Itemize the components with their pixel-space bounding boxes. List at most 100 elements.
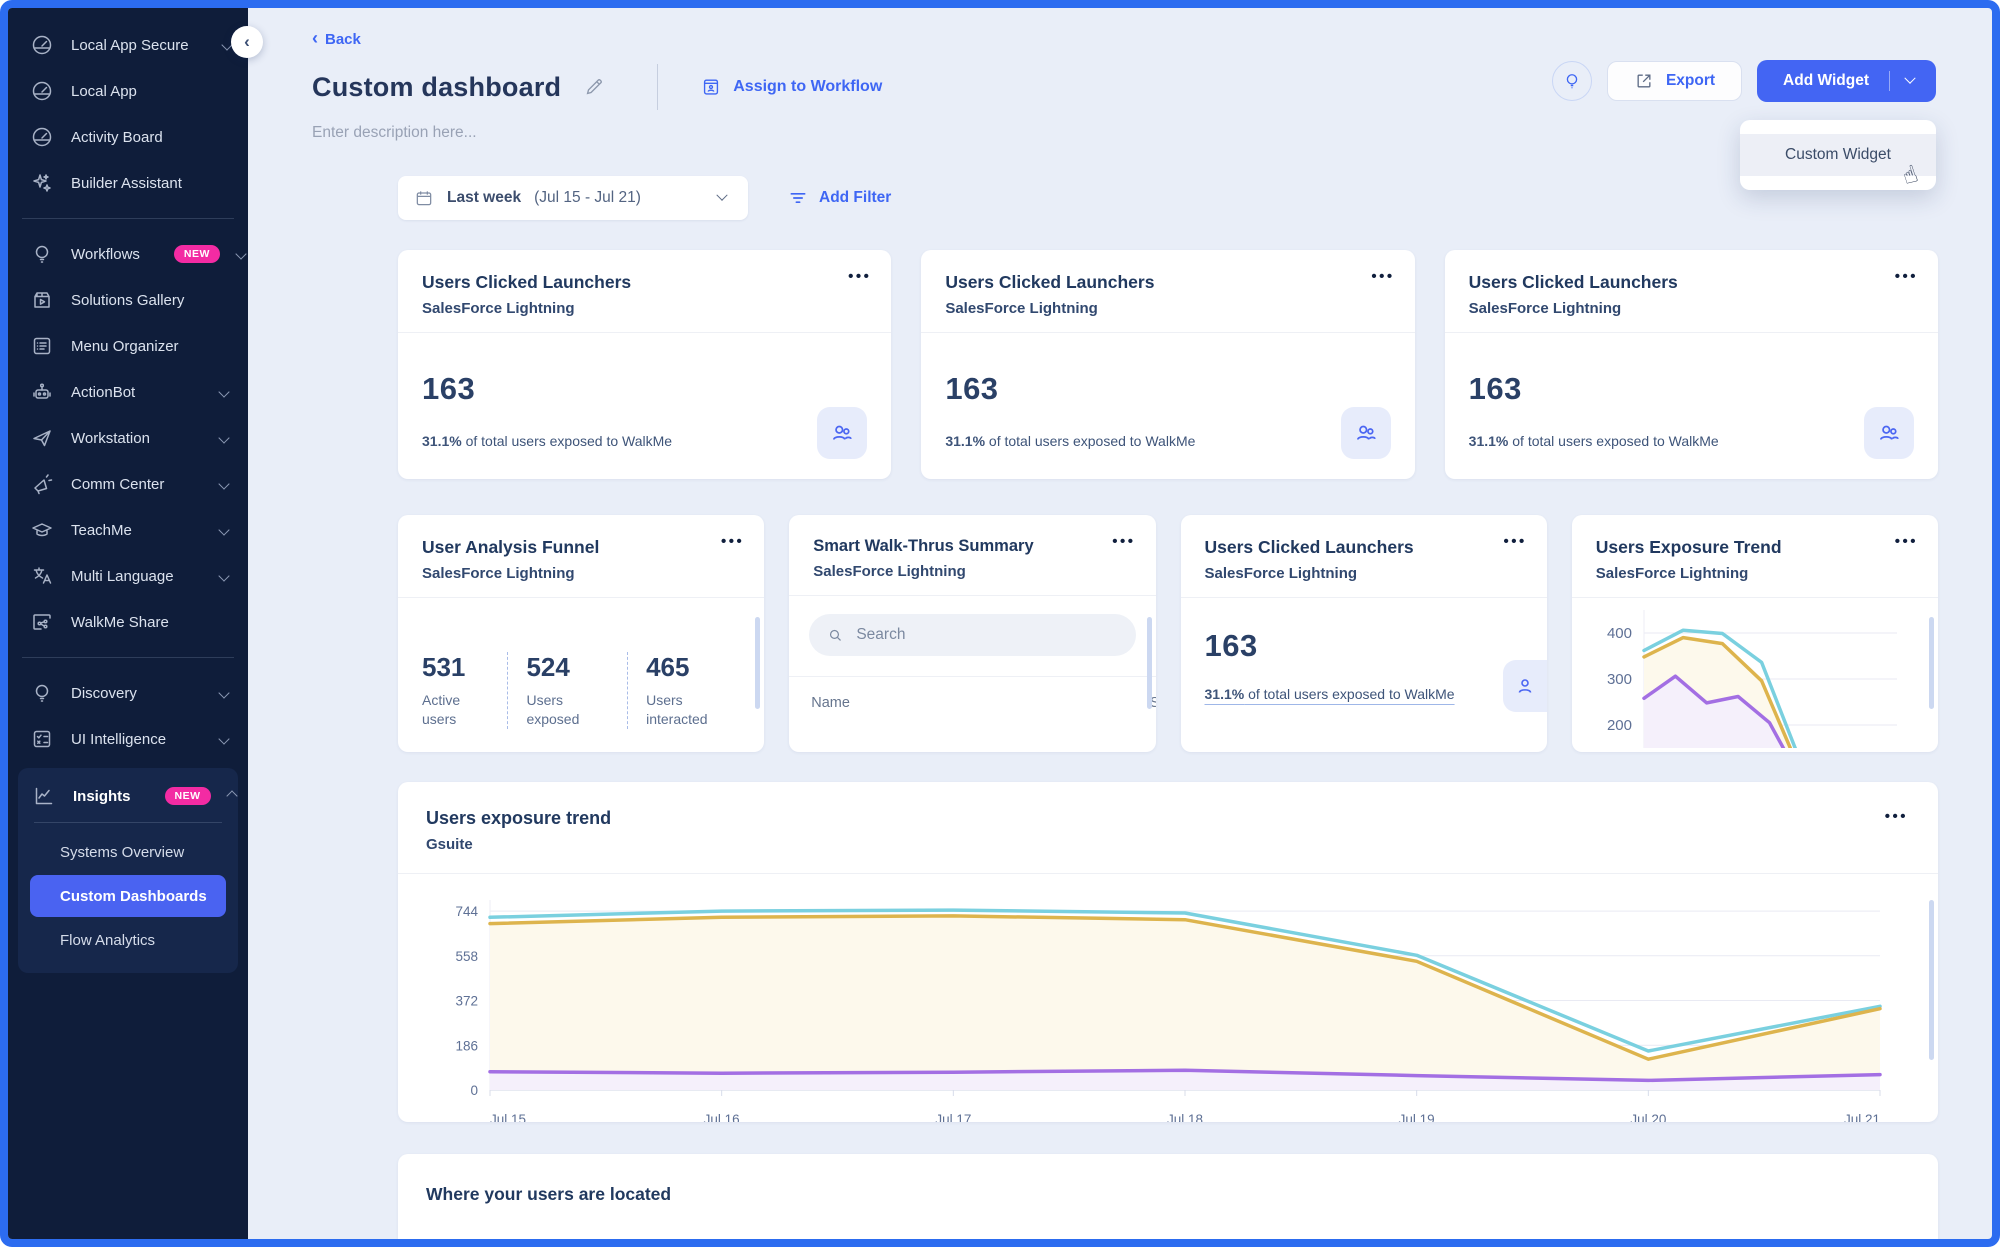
sidebar-subitem-systems-overview[interactable]: Systems Overview	[30, 831, 226, 873]
users-icon-box	[1341, 407, 1391, 459]
add-widget-caret[interactable]	[1890, 77, 1936, 85]
scrollbar-thumb[interactable]	[755, 617, 760, 709]
card-title: User Analysis Funnel	[422, 537, 740, 558]
sidebar-item-comm-center[interactable]: Comm Center	[8, 461, 248, 507]
card-menu-button[interactable]: •••	[1371, 268, 1394, 285]
app-window: ‹ Local App Secure Local App Activity Bo…	[0, 0, 2000, 1247]
list-icon	[30, 334, 54, 358]
sidebar-item-workflows[interactable]: Workflows NEW	[8, 231, 248, 277]
card-subtitle: Gsuite	[426, 836, 1910, 853]
search-icon	[827, 626, 844, 645]
widget-card-users-exposure-trend-main: Users exposure trend Gsuite ••• 74455837…	[398, 782, 1938, 1122]
new-badge: NEW	[165, 787, 211, 805]
add-widget-dropdown: Custom Widget ☝	[1740, 120, 1936, 190]
chevron-down-icon	[1904, 73, 1915, 84]
scrollbar-thumb[interactable]	[1929, 900, 1934, 1060]
new-badge: NEW	[174, 245, 220, 263]
sidebar-item-solutions-gallery[interactable]: Solutions Gallery	[8, 277, 248, 323]
export-button[interactable]: Export	[1607, 61, 1742, 101]
chevron-down-icon	[218, 432, 229, 443]
header-divider	[657, 64, 658, 110]
sidebar-item-menu-organizer[interactable]: Menu Organizer	[8, 323, 248, 369]
sidebar-item-activity-board[interactable]: Activity Board	[8, 114, 248, 160]
date-range-detail: (Jul 15 - Jul 21)	[534, 189, 641, 207]
scrollbar-thumb[interactable]	[1929, 617, 1934, 709]
sidebar-item-label: TeachMe	[71, 522, 132, 539]
sidebar-item-ui-intelligence[interactable]: UI Intelligence	[8, 716, 248, 762]
sidebar-item-workstation[interactable]: Workstation	[8, 415, 248, 461]
users-icon	[1876, 420, 1902, 446]
sidebar-item-discovery[interactable]: Discovery	[8, 670, 248, 716]
sparkles-icon	[30, 171, 54, 195]
card-title: Users Clicked Launchers	[1205, 537, 1523, 558]
back-link[interactable]: ‹ Back	[312, 30, 361, 48]
kpi-caption: 31.1% of total users exposed to WalkMe	[945, 433, 1390, 449]
sidebar-item-actionbot[interactable]: ActionBot	[8, 369, 248, 415]
sidebar-item-builder-assistant[interactable]: Builder Assistant	[8, 160, 248, 206]
add-filter-button[interactable]: Add Filter	[788, 188, 891, 208]
search-input[interactable]	[856, 626, 1117, 644]
card-title: Users Clicked Launchers	[422, 272, 867, 293]
date-range-select[interactable]: Last week (Jul 15 - Jul 21)	[398, 176, 748, 220]
card-menu-button[interactable]: •••	[1112, 533, 1135, 550]
svg-text:558: 558	[455, 949, 478, 964]
sidebar-item-label: Solutions Gallery	[71, 292, 184, 309]
metric-users-exposed: 524 Users exposed	[507, 652, 627, 729]
sidebar: ‹ Local App Secure Local App Activity Bo…	[8, 8, 248, 1239]
filter-icon	[788, 188, 808, 208]
sidebar-item-label: UI Intelligence	[71, 731, 166, 748]
sidebar-item-local-app[interactable]: Local App	[8, 68, 248, 114]
add-widget-label: Add Widget	[1757, 72, 1889, 90]
sidebar-item-walkme-share[interactable]: WalkMe Share	[8, 599, 248, 645]
edit-title-button[interactable]	[583, 76, 605, 98]
card-menu-button[interactable]: •••	[848, 268, 871, 285]
gauge-icon	[30, 33, 54, 57]
main-content: ‹ Back Custom dashboard Assign to Workfl…	[248, 8, 1992, 1239]
svg-text:372: 372	[455, 994, 478, 1009]
dropdown-item-custom-widget[interactable]: Custom Widget ☝	[1740, 134, 1936, 176]
custom-widget-label: Custom Widget	[1785, 146, 1891, 164]
card-menu-button[interactable]: •••	[1895, 533, 1918, 550]
chevron-up-icon	[226, 790, 237, 801]
sidebar-subitem-flow-analytics[interactable]: Flow Analytics	[30, 919, 226, 961]
card-divider	[1181, 597, 1547, 598]
assign-to-workflow-link[interactable]: Assign to Workflow	[700, 76, 882, 98]
dashboard-description-input[interactable]	[312, 124, 732, 142]
card-title: Smart Walk-Thrus Summary	[813, 537, 1131, 556]
sidebar-collapse-button[interactable]: ‹	[231, 26, 263, 58]
card-menu-button[interactable]: •••	[1503, 533, 1526, 550]
date-range-label: Last week	[447, 189, 521, 207]
users-icon-box	[1864, 407, 1914, 459]
kpi-value: 163	[1205, 628, 1523, 664]
sidebar-item-label: Multi Language	[71, 568, 174, 585]
sidebar-item-teachme[interactable]: TeachMe	[8, 507, 248, 553]
scrollbar-thumb[interactable]	[1147, 617, 1152, 709]
chevron-down-icon	[218, 733, 229, 744]
sidebar-item-label: Activity Board	[71, 129, 163, 146]
add-widget-button[interactable]: Add Widget	[1757, 60, 1936, 102]
sidebar-item-multi-language[interactable]: Multi Language	[8, 553, 248, 599]
chart-line-icon	[32, 784, 56, 808]
card-menu-button[interactable]: •••	[1895, 268, 1918, 285]
card-title: Users Clicked Launchers	[945, 272, 1390, 293]
insights-tip-button[interactable]	[1552, 61, 1592, 101]
card-menu-button[interactable]: •••	[1885, 808, 1908, 825]
sidebar-item-insights[interactable]: Insights NEW	[18, 772, 238, 820]
search-box[interactable]	[809, 614, 1135, 656]
sidebar-subitem-custom-dashboards[interactable]: Custom Dashboards	[30, 875, 226, 917]
svg-text:Jul 20: Jul 20	[1630, 1112, 1666, 1122]
svg-text:186: 186	[455, 1038, 478, 1053]
sidebar-item-label: Workflows	[71, 246, 140, 263]
widget-card-user-analysis-funnel: User Analysis Funnel SalesForce Lightnin…	[398, 515, 764, 752]
sidebar-item-label: Local App Secure	[71, 37, 189, 54]
svg-text:744: 744	[455, 904, 478, 919]
sidebar-item-local-app-secure[interactable]: Local App Secure	[8, 22, 248, 68]
card-menu-button[interactable]: •••	[721, 533, 744, 550]
widget-card-launchers-small: Users Clicked Launchers SalesForce Light…	[1181, 515, 1547, 752]
svg-text:300: 300	[1607, 671, 1632, 688]
widgets-area: Last week (Jul 15 - Jul 21) Add Filter U…	[248, 142, 1992, 1239]
sidebar-item-label: Workstation	[71, 430, 150, 447]
back-chevron-icon: ‹	[312, 29, 318, 47]
svg-text:Jul 15: Jul 15	[490, 1112, 526, 1122]
gauge-icon	[30, 125, 54, 149]
